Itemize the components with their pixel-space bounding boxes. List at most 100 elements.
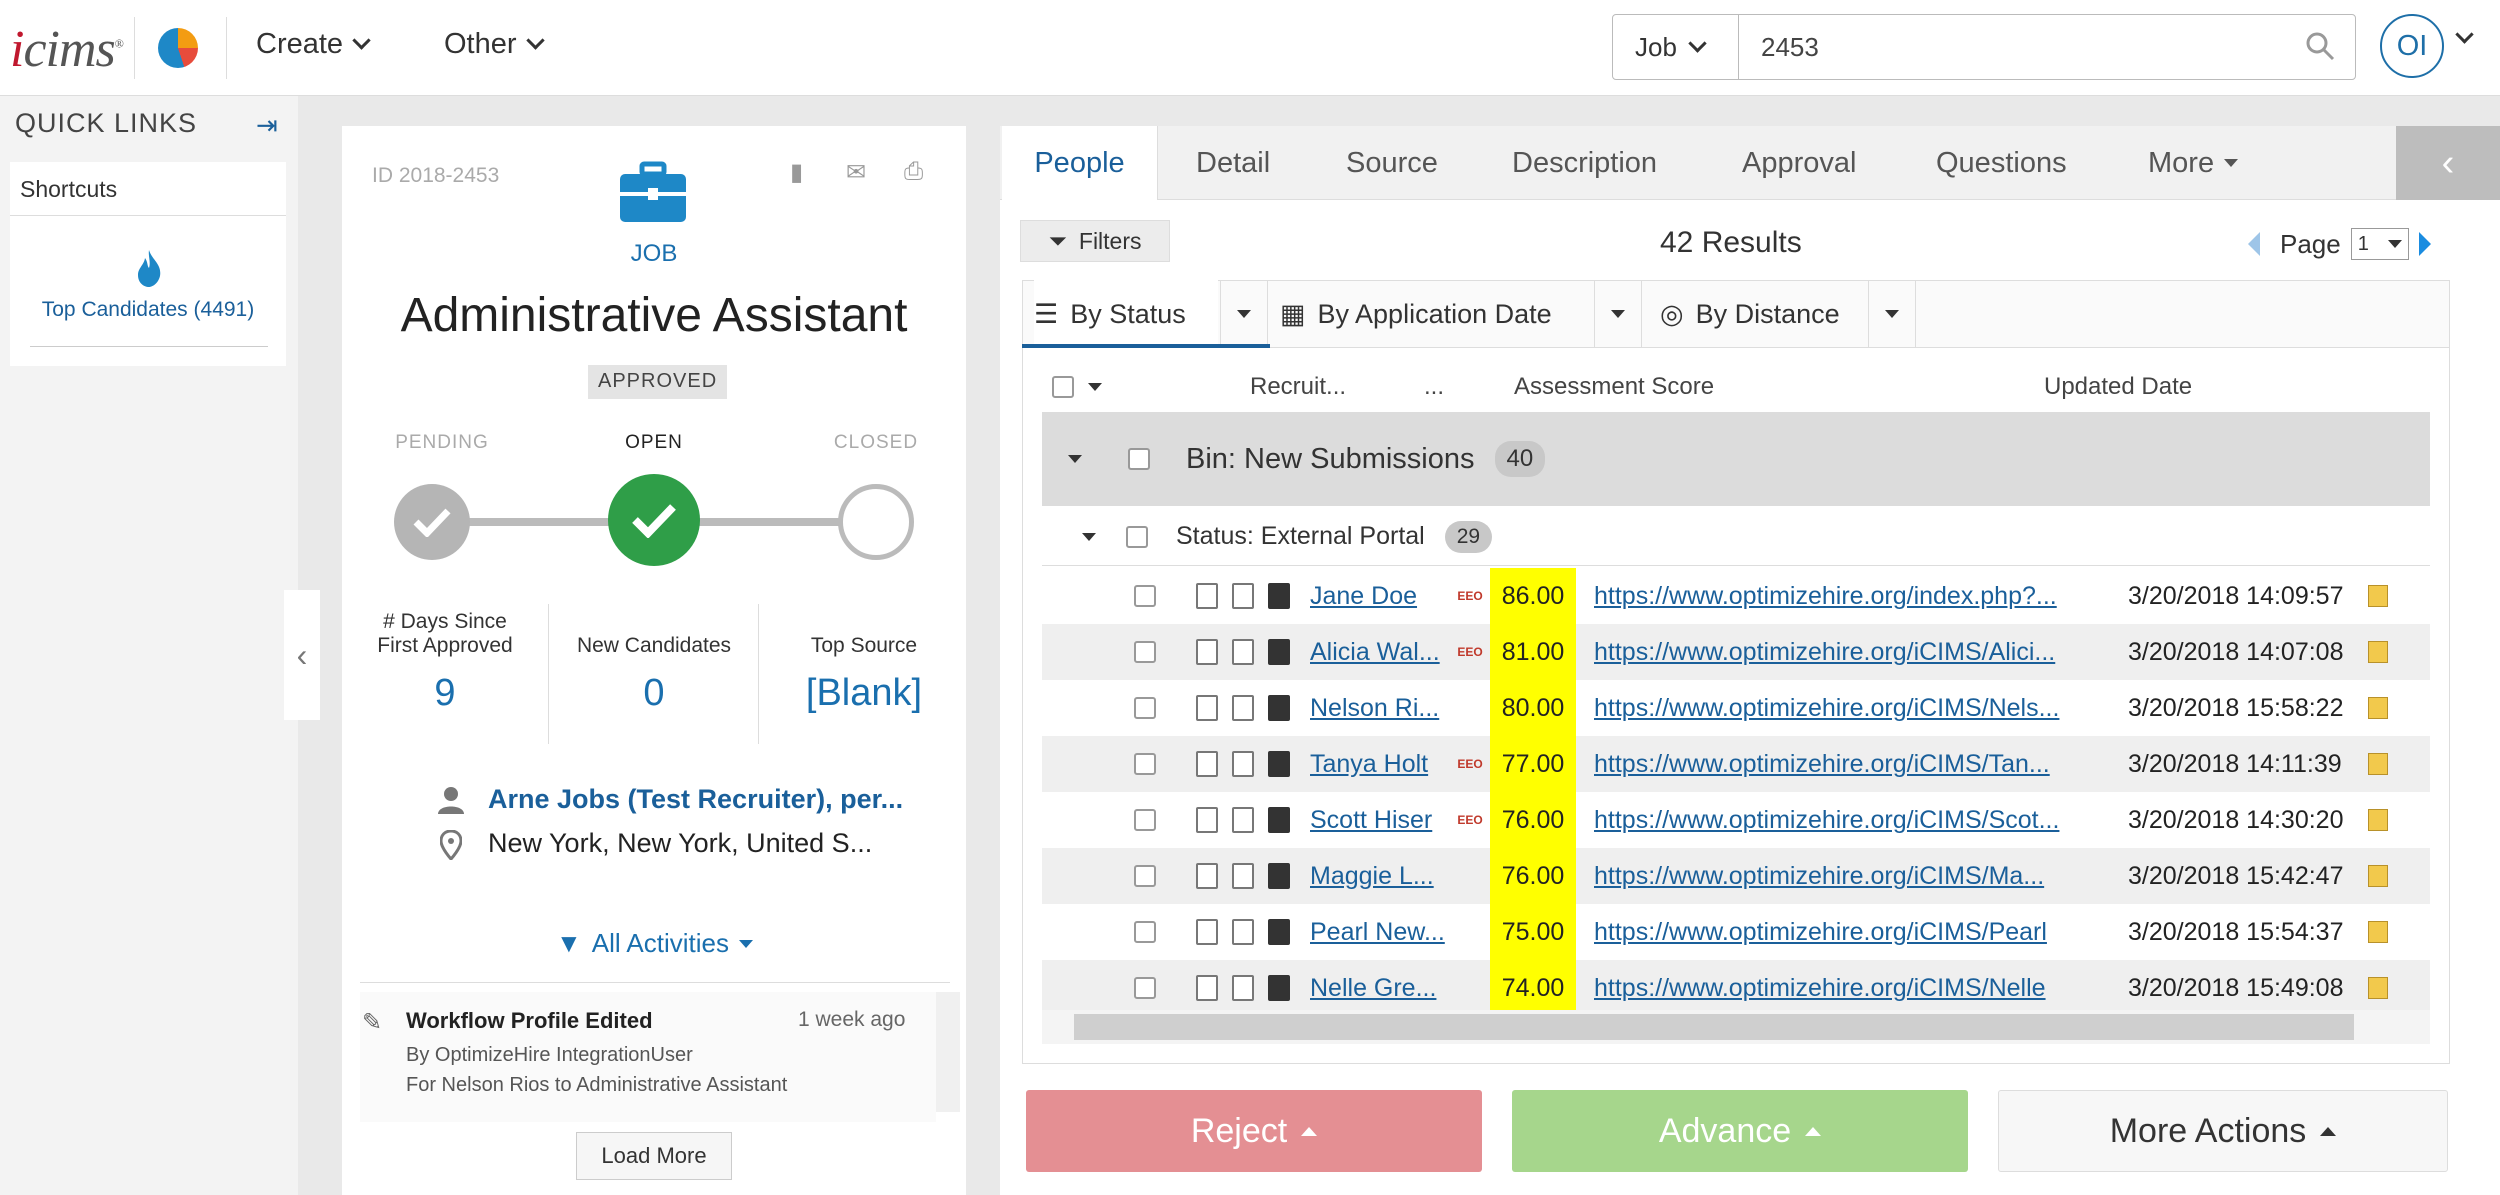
create-menu[interactable]: Create — [256, 28, 371, 61]
stat-top-source[interactable]: Top Source [Blank] — [766, 634, 962, 770]
tab-approval[interactable]: Approval — [1742, 126, 1856, 200]
table-row[interactable]: Tanya Holt EEO 77.00 https://www.optimizehi… — [1042, 736, 2430, 792]
page-select[interactable]: 1 — [2350, 228, 2409, 260]
profile-card-icon[interactable] — [1232, 751, 1254, 777]
profile-card-icon[interactable] — [1232, 863, 1254, 889]
candidate-name-link[interactable]: Tanya Holt — [1310, 750, 1450, 779]
table-row[interactable]: Maggie L... 76.00 https://www.optimizehire… — [1042, 848, 2430, 904]
profile-card-icon[interactable] — [1232, 695, 1254, 721]
collapse-panel-button[interactable]: ‹ — [2396, 126, 2500, 200]
horizontal-scrollbar-thumb[interactable] — [1074, 1014, 2354, 1040]
folder-icon[interactable] — [2368, 641, 2388, 663]
step-pending[interactable] — [394, 484, 470, 560]
sort-by-distance[interactable]: ◎ By Distance — [1660, 280, 1840, 348]
collapse-caret-icon[interactable] — [1068, 455, 1082, 463]
dashboard-pie-icon[interactable] — [158, 28, 198, 68]
folder-icon[interactable] — [2368, 865, 2388, 887]
top-candidates-shortcut[interactable] — [10, 216, 286, 366]
collapse-caret-icon[interactable] — [1082, 532, 1096, 541]
column-assessment-score[interactable]: Assessment Score — [1514, 373, 2034, 401]
assessment-url-link[interactable]: https://www.optimizehire.org/index.php?.… — [1594, 582, 2114, 611]
candidate-name-link[interactable]: Nelson Ri... — [1310, 694, 1450, 723]
folder-icon[interactable] — [2368, 977, 2388, 999]
table-row[interactable]: Scott Hiser EEO 76.00 https://www.optimizeh… — [1042, 792, 2430, 848]
all-activities-dropdown[interactable]: ▼ All Activities — [556, 928, 753, 959]
candidate-name-link[interactable]: Pearl New... — [1310, 918, 1450, 947]
sort-by-application-date[interactable]: ▦ By Application Date — [1280, 280, 1552, 348]
caret-down-icon[interactable] — [1088, 383, 1102, 391]
step-closed[interactable] — [838, 484, 914, 560]
table-row[interactable]: Nelle Gre... 74.00 https://www.optimizehir… — [1042, 960, 2430, 1016]
user-avatar[interactable]: OI — [2380, 14, 2444, 78]
video-icon[interactable] — [1268, 975, 1290, 1001]
assessment-url-link[interactable]: https://www.optimizehire.org/iCIMS/Scot.… — [1594, 806, 2114, 835]
recruiter-link[interactable]: Arne Jobs (Test Recruiter), per... — [488, 784, 903, 815]
tab-more[interactable]: More — [2148, 126, 2239, 200]
step-open[interactable] — [608, 474, 700, 566]
sort-by-status-dropdown[interactable] — [1220, 280, 1268, 348]
next-page-icon[interactable] — [2418, 232, 2431, 256]
column-recruiter[interactable]: Recruit... — [1250, 373, 1380, 401]
assessment-url-link[interactable]: https://www.optimizehire.org/iCIMS/Nelle — [1594, 974, 2114, 1003]
folder-icon[interactable] — [2368, 585, 2388, 607]
bin-checkbox[interactable] — [1128, 448, 1150, 470]
row-checkbox[interactable] — [1134, 641, 1156, 663]
candidate-name-link[interactable]: Scott Hiser — [1310, 806, 1450, 835]
top-candidates-link[interactable]: Top Candidates (4491) — [10, 298, 286, 322]
select-all-checkbox[interactable] — [1052, 376, 1074, 398]
search-icon[interactable] — [2305, 31, 2335, 61]
document-icon[interactable] — [1196, 751, 1218, 777]
table-row[interactable]: Pearl New... 75.00 https://www.optimizehir… — [1042, 904, 2430, 960]
video-icon[interactable] — [1268, 807, 1290, 833]
profile-card-icon[interactable] — [1232, 583, 1254, 609]
document-icon[interactable] — [1196, 583, 1218, 609]
assessment-url-link[interactable]: https://www.optimizehire.org/iCIMS/Nels.… — [1594, 694, 2114, 723]
assessment-url-link[interactable]: https://www.optimizehire.org/iCIMS/Alici… — [1594, 638, 2114, 667]
profile-card-icon[interactable] — [1232, 919, 1254, 945]
row-checkbox[interactable] — [1134, 809, 1156, 831]
candidate-name-link[interactable]: Jane Doe — [1310, 582, 1450, 611]
document-icon[interactable] — [1196, 863, 1218, 889]
folder-icon[interactable] — [2368, 921, 2388, 943]
row-checkbox[interactable] — [1134, 977, 1156, 999]
tab-questions[interactable]: Questions — [1936, 126, 2067, 200]
bin-group-row[interactable]: Bin: New Submissions 40 — [1042, 412, 2430, 506]
status-checkbox[interactable] — [1126, 525, 1148, 548]
activity-scrollbar[interactable] — [936, 992, 960, 1112]
row-checkbox[interactable] — [1134, 921, 1156, 943]
tab-people[interactable]: People — [1002, 126, 1158, 200]
sort-by-status[interactable]: ☰ By Status — [1034, 280, 1218, 348]
assessment-url-link[interactable]: https://www.optimizehire.org/iCIMS/Tan..… — [1594, 750, 2114, 779]
table-row[interactable]: Alicia Wal... EEO 81.00 https://www.optimiz… — [1042, 624, 2430, 680]
sort-by-distance-dropdown[interactable] — [1868, 280, 1916, 348]
candidate-name-link[interactable]: Maggie L... — [1310, 862, 1450, 891]
document-icon[interactable] — [1196, 975, 1218, 1001]
folder-icon[interactable] — [2368, 697, 2388, 719]
tab-description[interactable]: Description — [1512, 126, 1657, 200]
folder-icon[interactable] — [2368, 753, 2388, 775]
sort-by-application-date-dropdown[interactable] — [1594, 280, 1642, 348]
row-checkbox[interactable] — [1134, 865, 1156, 887]
profile-card-icon[interactable] — [1232, 639, 1254, 665]
advance-button[interactable]: Advance — [1512, 1090, 1968, 1172]
folder-icon[interactable] — [2368, 809, 2388, 831]
icims-logo[interactable]: icims® — [10, 20, 124, 79]
more-actions-button[interactable]: More Actions — [1998, 1090, 2448, 1172]
video-icon[interactable] — [1268, 583, 1290, 609]
tab-detail[interactable]: Detail — [1196, 126, 1270, 200]
tab-source[interactable]: Source — [1346, 126, 1438, 200]
row-checkbox[interactable] — [1134, 753, 1156, 775]
filters-button[interactable]: ⏷ Filters — [1020, 220, 1170, 262]
assessment-url-link[interactable]: https://www.optimizehire.org/iCIMS/Pearl — [1594, 918, 2114, 947]
document-icon[interactable] — [1196, 919, 1218, 945]
table-row[interactable]: Jane Doe EEO 86.00 https://www.optimizehire… — [1042, 568, 2430, 624]
reject-button[interactable]: Reject — [1026, 1090, 1482, 1172]
load-more-button[interactable]: Load More — [576, 1132, 732, 1180]
candidate-name-link[interactable]: Alicia Wal... — [1310, 638, 1450, 667]
column-updated-date[interactable]: Updated Date — [2044, 373, 2192, 401]
assessment-url-link[interactable]: https://www.optimizehire.org/iCIMS/Ma... — [1594, 862, 2114, 891]
copy-icon[interactable]: ▮ — [790, 158, 803, 187]
pin-icon[interactable]: ⇥ — [256, 110, 278, 141]
table-row[interactable]: Nelson Ri... 80.00 https://www.optimizehir… — [1042, 680, 2430, 736]
document-icon[interactable] — [1196, 639, 1218, 665]
